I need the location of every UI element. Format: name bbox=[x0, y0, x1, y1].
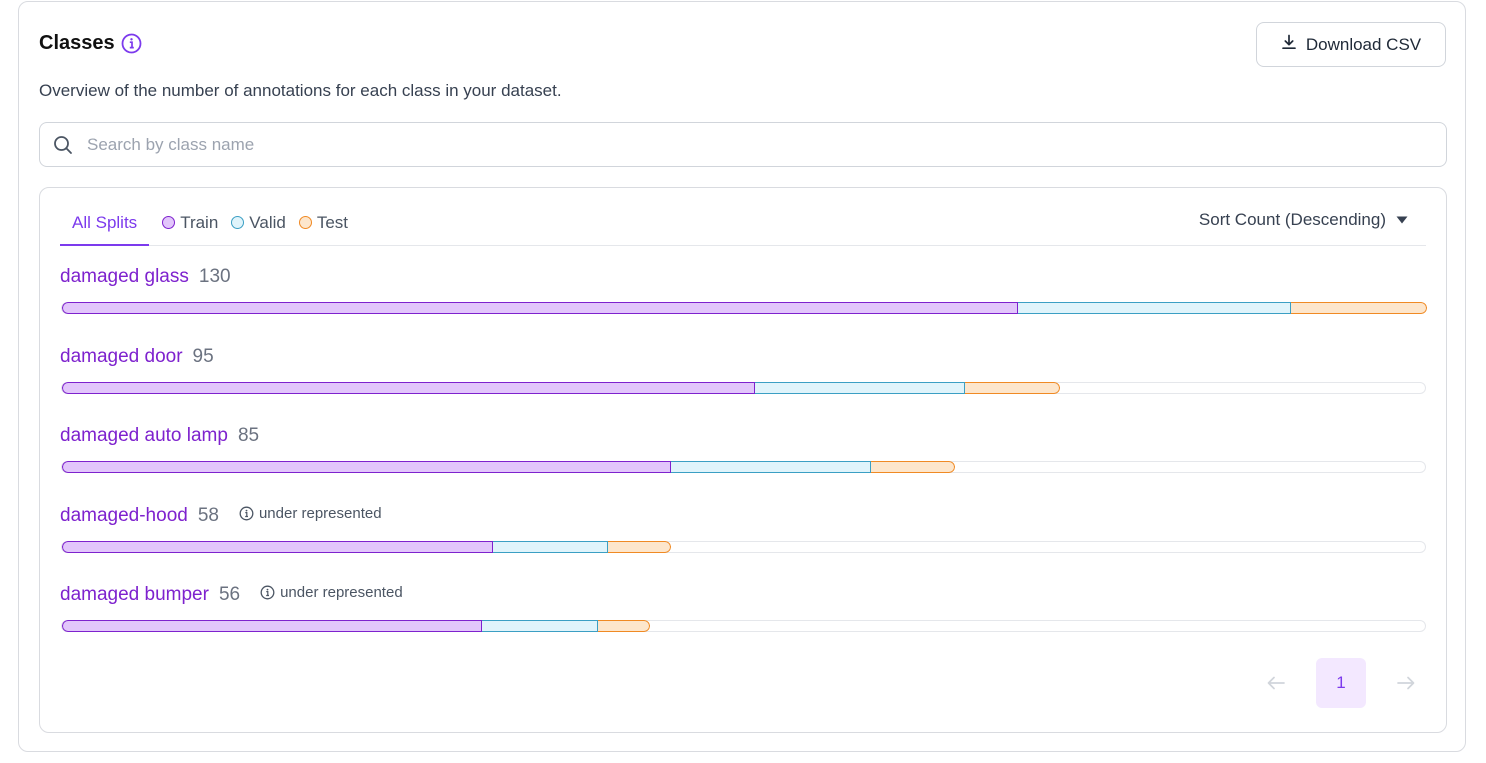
page-subtitle: Overview of the number of annotations fo… bbox=[39, 81, 562, 100]
sort-label: Sort Count (Descending) bbox=[1198, 210, 1386, 229]
page-title: Classes bbox=[39, 32, 115, 54]
class-row-label: damaged bumper 56 under represented bbox=[60, 584, 403, 606]
tab-test-label: Test bbox=[316, 212, 349, 232]
page-number-button[interactable]: 1 bbox=[1316, 658, 1366, 708]
download-csv-button[interactable]: Download CSV bbox=[1256, 22, 1446, 67]
search-icon bbox=[54, 135, 72, 154]
next-page-button[interactable] bbox=[1386, 676, 1426, 690]
split-tabs: All Splits Train Valid Test Sort Count (… bbox=[60, 200, 1426, 246]
test-segment[interactable] bbox=[1290, 302, 1427, 314]
search-box bbox=[39, 122, 1447, 167]
prev-page-button[interactable] bbox=[1256, 676, 1296, 690]
info-small-icon bbox=[239, 506, 254, 520]
under-represented-label: under represented bbox=[280, 584, 403, 601]
class-bar-track bbox=[61, 302, 1427, 314]
under-represented-badge: under represented bbox=[239, 505, 382, 522]
valid-segment[interactable] bbox=[482, 620, 598, 632]
valid-segment[interactable] bbox=[492, 540, 608, 553]
download-icon bbox=[1281, 34, 1297, 55]
class-name-link[interactable]: damaged bumper bbox=[60, 584, 209, 606]
train-segment[interactable] bbox=[62, 540, 493, 553]
class-bar-track bbox=[61, 381, 1426, 394]
class-row-label: damaged door 95 bbox=[60, 346, 214, 368]
tab-valid-label: Valid bbox=[249, 212, 286, 232]
valid-segment[interactable] bbox=[671, 461, 871, 473]
valid-legend-dot bbox=[231, 216, 245, 229]
arrow-left-icon bbox=[1267, 676, 1285, 690]
arrow-right-icon bbox=[1397, 676, 1415, 690]
class-count: 130 bbox=[198, 266, 231, 287]
classes-card: Classes Overview of the number of annota… bbox=[18, 1, 1466, 752]
tab-train[interactable]: Train bbox=[162, 213, 218, 233]
class-count: 58 bbox=[197, 504, 219, 526]
caret-down-icon bbox=[1396, 216, 1408, 224]
test-segment[interactable] bbox=[597, 620, 650, 632]
class-row-label: damaged glass 130 bbox=[60, 266, 231, 288]
pagination: 1 bbox=[1256, 658, 1426, 708]
info-icon[interactable] bbox=[121, 33, 142, 54]
class-bar-fill bbox=[62, 620, 650, 632]
class-bar-fill bbox=[62, 381, 1060, 394]
download-csv-label: Download CSV bbox=[1305, 34, 1422, 54]
tab-all-splits[interactable]: All Splits bbox=[60, 201, 150, 246]
tab-train-label: Train bbox=[180, 212, 219, 232]
under-represented-label: under represented bbox=[258, 504, 382, 522]
tab-valid[interactable]: Valid bbox=[231, 213, 286, 233]
test-segment[interactable] bbox=[608, 540, 671, 553]
class-bar-track bbox=[61, 461, 1426, 473]
test-legend-dot bbox=[298, 216, 312, 229]
train-segment[interactable] bbox=[62, 461, 671, 473]
under-represented-badge: under represented bbox=[260, 584, 403, 601]
search-input[interactable] bbox=[85, 133, 1446, 156]
train-segment[interactable] bbox=[62, 381, 755, 394]
train-legend-dot bbox=[162, 216, 176, 229]
title-row: Classes bbox=[39, 32, 142, 55]
test-segment[interactable] bbox=[965, 381, 1060, 394]
class-bar-fill bbox=[62, 302, 1427, 314]
class-row-label: damaged-hood 58 under represented bbox=[60, 505, 382, 527]
class-name-link[interactable]: damaged-hood bbox=[60, 505, 188, 527]
class-bar-track bbox=[61, 620, 1426, 632]
class-name-link[interactable]: damaged glass bbox=[60, 266, 189, 288]
info-small-icon bbox=[260, 585, 275, 600]
sort-dropdown[interactable]: Sort Count (Descending) bbox=[1199, 210, 1408, 230]
class-row-label: damaged auto lamp 85 bbox=[60, 425, 259, 447]
valid-segment[interactable] bbox=[1017, 302, 1291, 314]
class-count: 95 bbox=[192, 345, 214, 367]
train-segment[interactable] bbox=[62, 302, 1018, 314]
class-bar-fill bbox=[62, 540, 671, 553]
tab-test[interactable]: Test bbox=[298, 212, 349, 233]
class-bar-fill bbox=[62, 461, 955, 473]
class-count: 85 bbox=[237, 425, 260, 446]
class-name-link[interactable]: damaged auto lamp bbox=[60, 425, 228, 447]
valid-segment[interactable] bbox=[755, 381, 965, 394]
test-segment[interactable] bbox=[870, 461, 955, 473]
class-count: 56 bbox=[218, 584, 241, 605]
train-segment[interactable] bbox=[62, 620, 482, 632]
class-bar-track bbox=[61, 540, 1426, 553]
class-distribution-panel: All Splits Train Valid Test Sort Count (… bbox=[39, 187, 1447, 733]
class-name-link[interactable]: damaged door bbox=[60, 346, 183, 368]
